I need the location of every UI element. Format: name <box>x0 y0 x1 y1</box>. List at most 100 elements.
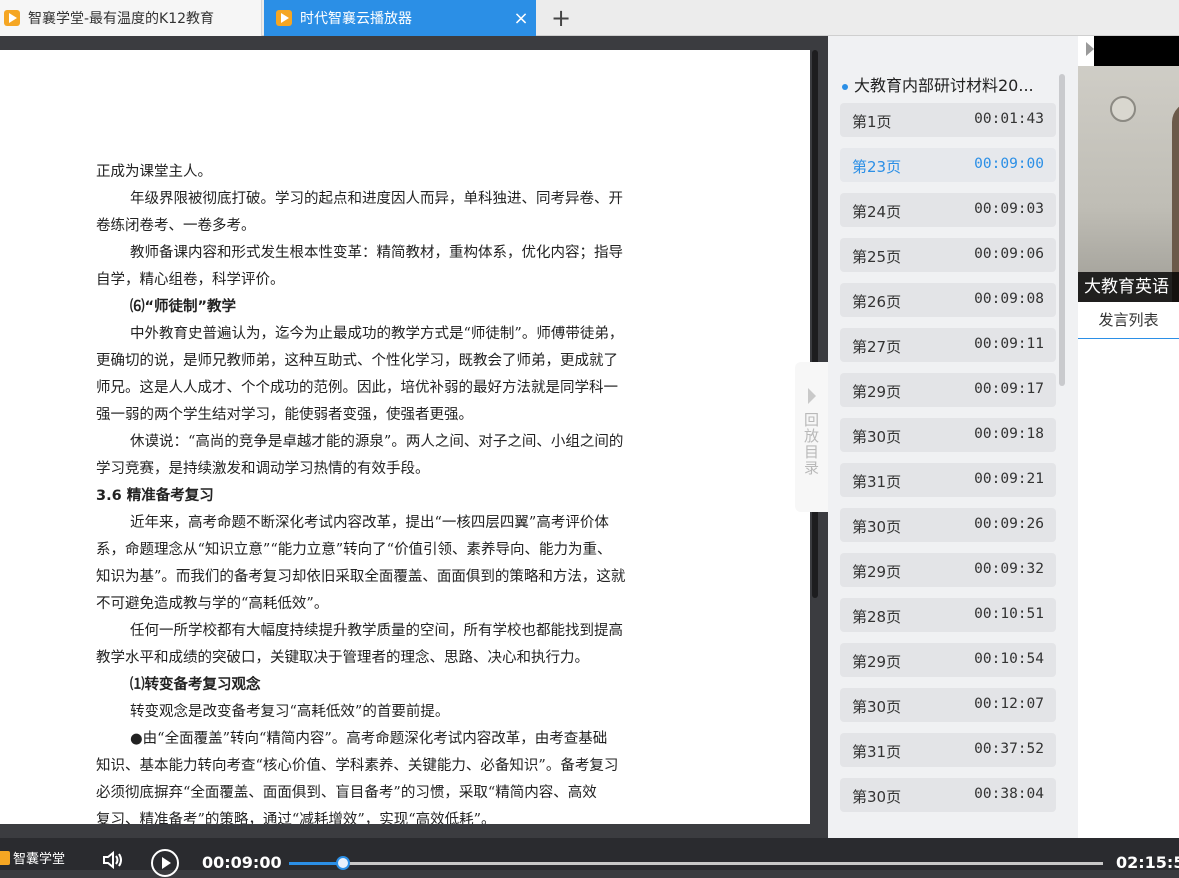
document-text-line: 任何一所学校都有大幅度持续提升教学质量的空间，所有学校也都能找到提高 <box>130 623 623 639</box>
playlist-item-time: 00:09:03 <box>974 201 1044 217</box>
replay-catalog-panel: 大教育内部研讨材料20... 第1页 00:01:43 第23页 00:09:00 第2… <box>828 36 1078 838</box>
playlist-item-time: 00:09:26 <box>974 516 1044 532</box>
document-text-line: 正成为课堂主人。 <box>96 164 212 180</box>
document-text-line: 卷练闭卷考、一卷多考。 <box>96 218 256 234</box>
document-text-line: ⑴转变备考复习观念 <box>130 677 261 693</box>
chevron-right-icon <box>807 388 816 404</box>
playlist-item-page: 第31页 <box>852 743 902 761</box>
document-text-line: 更确切的说，是师兄教师弟，这种互助式、个性化学习，既教会了师弟，更成就了 <box>96 353 618 369</box>
play-icon[interactable] <box>150 848 180 878</box>
playlist-item-time: 00:09:11 <box>974 336 1044 352</box>
playlist-item[interactable]: 第29页 00:09:17 <box>840 373 1056 407</box>
playlist-item-page: 第28页 <box>852 608 902 626</box>
brand: 智囊学堂 <box>0 848 65 867</box>
document-text-line: 必须彻底摒弃“全面覆盖、面面俱到、盲目备考”的习惯，采取“精简内容、高效 <box>96 785 597 801</box>
tab-bar: 智襄学堂-最有温度的K12教育 时代智襄云播放器 × + <box>0 0 1179 36</box>
replay-catalog-toggle[interactable]: 回放目录 <box>795 362 828 512</box>
playlist-item[interactable]: 第31页 00:09:21 <box>840 463 1056 497</box>
playlist-item-page: 第27页 <box>852 338 902 356</box>
playlist-item[interactable]: 第25页 00:09:06 <box>840 238 1056 272</box>
new-tab-button[interactable]: + <box>548 4 574 32</box>
current-time: 00:09:00 <box>202 853 282 872</box>
playlist-item-page: 第29页 <box>852 653 902 671</box>
player-controls: 智囊学堂 00:09:00 02:15:5 <box>0 838 1179 877</box>
playlist-item[interactable]: 第28页 00:10:51 <box>840 598 1056 632</box>
tab-title: 智襄学堂-最有温度的K12教育 <box>28 11 215 27</box>
speaker-name: 大教育英语 <box>1078 272 1179 302</box>
playlist-item[interactable]: 第24页 00:09:03 <box>840 193 1056 227</box>
speaker-panel: 大教育英语 发言列表 <box>1078 36 1179 838</box>
volume-icon[interactable] <box>102 850 124 870</box>
playlist-item[interactable]: 第1页 00:01:43 <box>840 103 1056 137</box>
playlist-item-time: 00:09:08 <box>974 291 1044 307</box>
playlist-item-page: 第24页 <box>852 203 902 221</box>
playlist-item[interactable]: 第30页 00:09:18 <box>840 418 1056 452</box>
progress-handle[interactable] <box>335 856 350 870</box>
app-logo-icon <box>4 10 20 26</box>
document-text-line: 年级界限被彻底打破。学习的起点和进度因人而异，单科独进、同考异卷、开 <box>130 191 623 207</box>
video-header <box>1094 36 1179 66</box>
playlist-item[interactable]: 第23页 00:09:00 <box>840 148 1056 182</box>
playlist-item[interactable]: 第29页 00:10:54 <box>840 643 1056 677</box>
collapse-arrow-icon[interactable] <box>1086 42 1094 56</box>
playlist-item-page: 第31页 <box>852 473 902 491</box>
tab-cloud-player[interactable]: 时代智襄云播放器 × <box>264 0 536 36</box>
document-text-line: 知识、基本能力转向考查“核心价值、学科素养、关键能力、必备知识”。备考复习 <box>96 758 619 774</box>
playlist-item-page: 第26页 <box>852 293 902 311</box>
playlist-item-page: 第30页 <box>852 788 902 806</box>
playlist-item-page: 第30页 <box>852 698 902 716</box>
playlist-item[interactable]: 第27页 00:09:11 <box>840 328 1056 362</box>
document-text-line: 强一弱的两个学生结对学习，能使弱者变强，使强者更强。 <box>96 407 473 423</box>
playlist-item[interactable]: 第29页 00:09:32 <box>840 553 1056 587</box>
playlist-item[interactable]: 第30页 00:38:04 <box>840 778 1056 812</box>
speaker-video[interactable] <box>1078 66 1179 302</box>
document-text-line: 系，命题理念从“知识立意”“能力立意”转向了“价值引领、素养导向、能力为重、 <box>96 542 612 558</box>
playlist-item-page: 第29页 <box>852 383 902 401</box>
playlist-item-time: 00:01:43 <box>974 111 1044 127</box>
playlist-item-page: 第1页 <box>852 113 892 131</box>
replay-catalog-label: 回放目录 <box>802 412 820 476</box>
brand-label: 智囊学堂 <box>13 852 66 867</box>
playlist-item-page: 第30页 <box>852 428 902 446</box>
playlist-item-page: 第29页 <box>852 563 902 581</box>
speech-list-tab[interactable]: 发言列表 <box>1078 302 1179 339</box>
playlist-item-time: 00:37:52 <box>974 741 1044 757</box>
playlist-item[interactable]: 第26页 00:09:08 <box>840 283 1056 317</box>
brand-logo-icon <box>0 850 10 865</box>
playlist-item-time: 00:38:04 <box>974 786 1044 802</box>
playlist-item-time: 00:09:18 <box>974 426 1044 442</box>
playlist-item-time: 00:12:07 <box>974 696 1044 712</box>
playlist-item-time: 00:10:54 <box>974 651 1044 667</box>
tab-title: 时代智襄云播放器 <box>300 11 412 27</box>
app-logo-icon <box>276 10 292 26</box>
document-text-line: 教师备课内容和形式发生根本性变革：精简教材，重构体系，优化内容；指导 <box>130 245 623 261</box>
document-viewer: 正成为课堂主人。年级界限被彻底打破。学习的起点和进度因人而异，单科独进、同考异卷… <box>0 36 828 838</box>
document-scrollbar[interactable] <box>812 50 818 598</box>
tab-zhixiang-home[interactable]: 智襄学堂-最有温度的K12教育 <box>0 0 262 36</box>
playlist-item-time: 00:10:51 <box>974 606 1044 622</box>
document-text-line: 自学，精心组卷，科学评价。 <box>96 272 285 288</box>
playlist-item-time: 00:09:32 <box>974 561 1044 577</box>
document-text-line: 3.6 精准备考复习 <box>96 488 214 504</box>
close-tab-icon[interactable]: × <box>506 8 536 29</box>
document-text-line: ●由“全面覆盖”转向“精简内容”。高考命题深化考试内容改革，由考查基础 <box>130 731 608 747</box>
playlist-item-page: 第30页 <box>852 518 902 536</box>
progress-fill <box>289 862 343 865</box>
document-text-line: 转变观念是改变备考复习“高耗低效”的首要前提。 <box>130 704 450 720</box>
document-text-line: 教学水平和成绩的突破口，关键取决于管理者的理念、思路、决心和执行力。 <box>96 650 589 666</box>
playlist-item[interactable]: 第31页 00:37:52 <box>840 733 1056 767</box>
playlist-item-time: 00:09:21 <box>974 471 1044 487</box>
document-text-line: 复习、精准备考”的策略，通过“减耗增效”，实现“高效低耗”。 <box>96 812 496 824</box>
playlist-item-time: 00:09:06 <box>974 246 1044 262</box>
playlist-item-time: 00:09:17 <box>974 381 1044 397</box>
playlist-scrollbar[interactable] <box>1059 74 1065 386</box>
document-text-line: 休谟说：“高尚的竞争是卓越才能的源泉”。两人之间、对子之间、小组之间的 <box>130 434 624 450</box>
playlist-item[interactable]: 第30页 00:09:26 <box>840 508 1056 542</box>
playlist-item[interactable]: 第30页 00:12:07 <box>840 688 1056 722</box>
document-text-line: 近年来，高考命题不断深化考试内容改革，提出“一核四层四翼”高考评价体 <box>130 515 609 531</box>
bullet-dot-icon <box>842 83 848 90</box>
document-text-line: ⑹“师徒制”教学 <box>130 299 237 315</box>
progress-bar[interactable] <box>289 856 1103 870</box>
playlist-item-time: 00:09:00 <box>974 156 1044 172</box>
playlist-item-page: 第25页 <box>852 248 902 266</box>
